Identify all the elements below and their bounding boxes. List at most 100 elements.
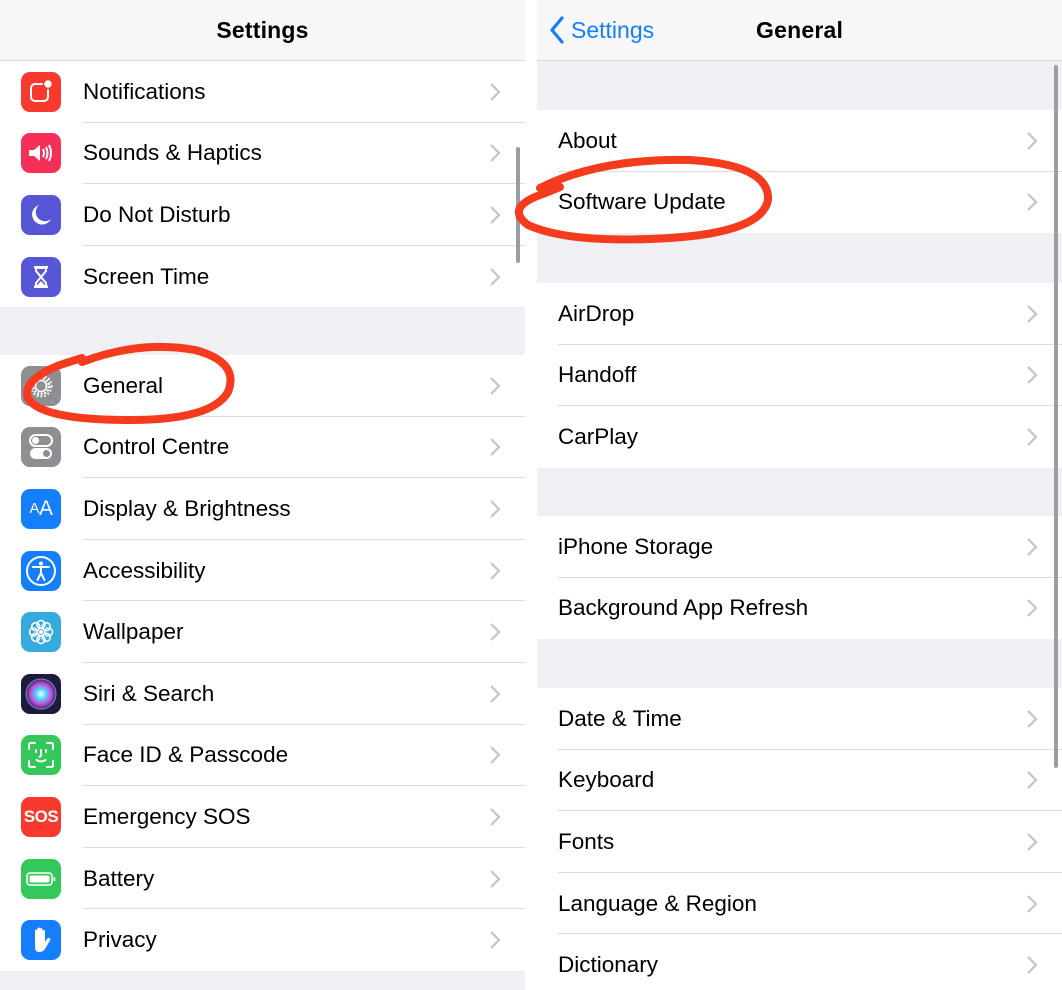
chevron-right-icon: [1027, 366, 1038, 385]
item-label: Wallpaper: [83, 619, 184, 645]
item-label: Screen Time: [83, 263, 210, 289]
chevron-right-icon: [490, 144, 501, 163]
item-label: Notifications: [83, 78, 206, 104]
chevron-right-icon: [490, 377, 501, 395]
item-label: Privacy: [83, 927, 157, 953]
item-label: General: [83, 372, 164, 398]
settings-group-1: Notifications Sounds & Haptics Do Not Di…: [0, 61, 525, 308]
settings-item-face-id-passcode[interactable]: Face ID & Passcode: [0, 725, 525, 787]
general-item-date-time[interactable]: Date & Time: [537, 688, 1062, 750]
sos-icon: SOS: [21, 796, 61, 837]
item-label: Do Not Disturb: [83, 201, 231, 227]
general-item-handoff[interactable]: Handoff: [537, 345, 1062, 407]
hourglass-icon: [21, 256, 61, 297]
item-label: About: [558, 127, 617, 153]
settings-item-control-centre[interactable]: Control Centre: [0, 417, 525, 479]
settings-item-do-not-disturb[interactable]: Do Not Disturb: [0, 184, 525, 246]
settings-item-emergency-sos[interactable]: SOS Emergency SOS: [0, 786, 525, 848]
general-item-about[interactable]: About: [537, 110, 1062, 172]
siri-icon: [21, 673, 61, 714]
chevron-right-icon: [1027, 538, 1038, 556]
chevron-right-icon: [1027, 956, 1038, 974]
face-id-icon: [21, 735, 61, 776]
chevron-right-icon: [490, 869, 501, 888]
item-label: AirDrop: [558, 300, 635, 326]
accessibility-icon: [21, 550, 61, 591]
settings-item-general[interactable]: General: [0, 355, 525, 417]
item-label: Background App Refresh: [558, 595, 809, 621]
chevron-right-icon: [490, 931, 501, 949]
chevron-right-icon: [490, 623, 501, 641]
notifications-icon: [21, 71, 61, 112]
chevron-left-icon: [550, 16, 564, 44]
chevron-right-icon: [1027, 710, 1038, 728]
item-label: Face ID & Passcode: [83, 742, 289, 768]
item-label: Sounds & Haptics: [83, 140, 262, 166]
settings-item-siri-search[interactable]: Siri & Search: [0, 663, 525, 725]
chevron-right-icon: [1027, 132, 1038, 150]
settings-item-wallpaper[interactable]: Wallpaper: [0, 601, 525, 663]
general-group-2: AirDrop Handoff CarPlay: [537, 283, 1062, 468]
item-label: Keyboard: [558, 767, 655, 793]
settings-item-battery[interactable]: Battery: [0, 848, 525, 910]
general-item-background-app-refresh[interactable]: Background App Refresh: [537, 578, 1062, 640]
back-button-label: Settings: [571, 16, 655, 43]
chevron-right-icon: [490, 808, 501, 826]
general-item-fonts[interactable]: Fonts: [537, 811, 1062, 873]
general-item-language-region[interactable]: Language & Region: [537, 873, 1062, 935]
general-item-software-update[interactable]: Software Update: [537, 172, 1062, 234]
chevron-right-icon: [1027, 428, 1038, 446]
settings-item-screen-time[interactable]: Screen Time: [0, 246, 525, 308]
item-label: Battery: [83, 865, 155, 891]
item-label: Display & Brightness: [83, 495, 291, 521]
chevron-right-icon: [490, 746, 501, 765]
settings-panel: Settings Notifications Sounds & Haptics …: [0, 0, 525, 990]
moon-icon: [21, 194, 61, 235]
chevron-right-icon: [1027, 193, 1038, 212]
gear-icon: [21, 365, 61, 406]
item-label: Dictionary: [558, 952, 659, 978]
item-label: Siri & Search: [83, 680, 215, 706]
item-label: Fonts: [558, 828, 615, 854]
chevron-right-icon: [490, 83, 501, 101]
general-item-airdrop[interactable]: AirDrop: [537, 283, 1062, 345]
item-label: CarPlay: [558, 423, 639, 449]
item-label: Date & Time: [558, 705, 682, 731]
flower-icon: [21, 612, 61, 653]
settings-item-privacy[interactable]: Privacy: [0, 909, 525, 971]
chevron-right-icon: [490, 500, 501, 518]
chevron-right-icon: [1027, 894, 1038, 913]
general-item-dictionary[interactable]: Dictionary: [537, 934, 1062, 990]
chevron-right-icon: [490, 561, 501, 580]
general-panel: General Settings About Software Update A…: [537, 0, 1062, 990]
item-label: iPhone Storage: [558, 533, 714, 559]
settings-item-accessibility[interactable]: Accessibility: [0, 540, 525, 602]
general-item-carplay[interactable]: CarPlay: [537, 406, 1062, 468]
chevron-right-icon: [1027, 599, 1038, 618]
back-button[interactable]: Settings: [549, 0, 654, 60]
scroll-indicator[interactable]: [1054, 65, 1058, 768]
battery-icon: [21, 858, 61, 899]
settings-item-notifications[interactable]: Notifications: [0, 61, 525, 123]
scroll-indicator[interactable]: [516, 147, 520, 263]
item-label: Language & Region: [558, 890, 757, 916]
general-item-iphone-storage[interactable]: iPhone Storage: [537, 516, 1062, 578]
chevron-right-icon: [490, 684, 501, 703]
text-size-icon: AA: [21, 488, 61, 529]
general-item-keyboard[interactable]: Keyboard: [537, 750, 1062, 812]
item-label: Handoff: [558, 362, 637, 388]
item-label: Software Update: [558, 189, 726, 215]
general-group-3: iPhone Storage Background App Refresh: [537, 516, 1062, 640]
chevron-right-icon: [490, 438, 501, 457]
chevron-right-icon: [1027, 305, 1038, 323]
toggles-icon: [21, 427, 61, 468]
speaker-icon: [21, 133, 61, 174]
settings-item-display-brightness[interactable]: AA Display & Brightness: [0, 478, 525, 540]
settings-item-sounds-haptics[interactable]: Sounds & Haptics: [0, 123, 525, 185]
item-label: Accessibility: [83, 557, 206, 583]
navigation-bar: General Settings: [537, 0, 1062, 61]
general-group-1: About Software Update: [537, 110, 1062, 234]
chevron-right-icon: [490, 206, 501, 224]
navigation-bar: Settings: [0, 0, 525, 61]
chevron-right-icon: [490, 267, 501, 286]
